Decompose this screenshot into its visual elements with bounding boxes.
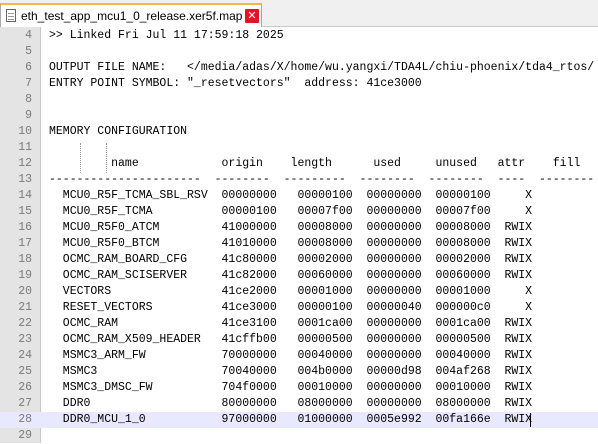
code-line[interactable]: 17 MCU0_R5F0_BTCM 41010000 00008000 0000… <box>0 236 598 252</box>
line-text: MEMORY CONFIGURATION <box>49 125 188 138</box>
code-line[interactable]: 19 OCMC_RAM_SCISERVER 41c82000 00060000 … <box>0 268 598 284</box>
line-text: name origin length used unused attr fill <box>49 157 581 170</box>
line-number: 12 <box>18 157 32 170</box>
line-number: 4 <box>25 29 32 42</box>
line-text: OCMC_RAM_X509_HEADER 41cffb00 00000500 0… <box>49 333 533 346</box>
line-number: 28 <box>18 413 32 426</box>
code-line[interactable]: 16 MCU0_R5F0_ATCM 41000000 00008000 0000… <box>0 220 598 236</box>
line-number: 25 <box>18 365 32 378</box>
file-tab[interactable]: eth_test_app_mcu1_0_release.xer5f.map ✕ <box>0 3 262 27</box>
line-text: OCMC_RAM 41ce3100 0001ca00 00000000 0001… <box>49 317 533 330</box>
code-line[interactable]: 5 <box>0 44 598 60</box>
line-text: OCMC_RAM_BOARD_CFG 41c80000 00002000 000… <box>49 253 533 266</box>
line-number: 26 <box>18 381 32 394</box>
line-number: 7 <box>25 77 32 90</box>
line-text: MCU0_R5F_TCMA 00000100 00007f00 00000000… <box>49 205 533 218</box>
line-text: MCU0_R5F_TCMA_SBL_RSV 00000000 00000100 … <box>49 189 533 202</box>
line-number: 17 <box>18 237 32 250</box>
line-text: ---------------------- -------- --------… <box>49 173 595 186</box>
line-number: 20 <box>18 285 32 298</box>
editor-text-area[interactable]: 4 >> Linked Fri Jul 11 17:59:18 2025 5 6 OUT… <box>0 27 598 443</box>
line-text: ENTRY POINT SYMBOL: "_resetvectors" addr… <box>49 77 422 90</box>
code-line[interactable]: 8 <box>0 92 598 108</box>
line-text: MSMC3_DMSC_FW 704f0000 00010000 00000000… <box>49 381 533 394</box>
line-text: DDR0_MCU_1_0 97000000 01000000 0005e992 … <box>49 413 533 426</box>
line-number: 15 <box>18 205 32 218</box>
code-line[interactable]: 6 OUTPUT FILE NAME: </media/adas/X/home/w… <box>0 60 598 76</box>
code-line[interactable]: 24 MSMC3_ARM_FW 70000000 00040000 000000… <box>0 348 598 364</box>
line-text: DDR0 80000000 08000000 00000000 08000000… <box>49 397 533 410</box>
line-number: 23 <box>18 333 32 346</box>
line-number: 13 <box>18 173 32 186</box>
line-text: RESET_VECTORS 41ce3000 00000100 00000040… <box>49 301 533 314</box>
code-line[interactable]: 13 ---------------------- -------- ------… <box>0 172 598 188</box>
code-line[interactable]: 4 >> Linked Fri Jul 11 17:59:18 2025 <box>0 28 598 44</box>
code-line[interactable]: 7 ENTRY POINT SYMBOL: "_resetvectors" add… <box>0 76 598 92</box>
line-text: MSMC3 70040000 004b0000 00000d98 004af26… <box>49 365 533 378</box>
line-number: 8 <box>25 93 32 106</box>
code-line[interactable]: 20 VECTORS 41ce2000 00001000 00000000 00… <box>0 284 598 300</box>
line-number: 5 <box>25 45 32 58</box>
code-line[interactable]: 11 <box>0 140 598 156</box>
code-line[interactable]: 26 MSMC3_DMSC_FW 704f0000 00010000 00000… <box>0 380 598 396</box>
code-line[interactable]: 22 OCMC_RAM 41ce3100 0001ca00 00000000 0… <box>0 316 598 332</box>
code-line[interactable]: 14 MCU0_R5F_TCMA_SBL_RSV 00000000 000001… <box>0 188 598 204</box>
line-text: MSMC3_ARM_FW 70000000 00040000 00000000 … <box>49 349 533 362</box>
code-line[interactable]: 21 RESET_VECTORS 41ce3000 00000100 00000… <box>0 300 598 316</box>
line-number: 10 <box>18 125 32 138</box>
document-icon <box>6 9 16 22</box>
line-text: MCU0_R5F0_ATCM 41000000 00008000 0000000… <box>49 221 533 234</box>
line-number: 14 <box>18 189 32 202</box>
line-number: 6 <box>25 61 32 74</box>
line-text: VECTORS 41ce2000 00001000 00000000 00001… <box>49 285 533 298</box>
line-text: MCU0_R5F0_BTCM 41010000 00008000 0000000… <box>49 237 533 250</box>
code-line[interactable]: 12 name origin length used unused attr f… <box>0 156 598 172</box>
code-line[interactable]: 27 DDR0 80000000 08000000 00000000 08000… <box>0 396 598 412</box>
code-line[interactable]: 9 <box>0 108 598 124</box>
line-number: 11 <box>18 141 32 154</box>
code-line[interactable]: 29 <box>0 428 598 444</box>
text-caret <box>530 413 531 427</box>
line-text: OUTPUT FILE NAME: </media/adas/X/home/wu… <box>49 61 595 74</box>
line-text: OCMC_RAM_SCISERVER 41c82000 00060000 000… <box>49 269 533 282</box>
close-icon[interactable]: ✕ <box>245 9 259 23</box>
line-number: 22 <box>18 317 32 330</box>
code-line[interactable]: 23 OCMC_RAM_X509_HEADER 41cffb00 0000050… <box>0 332 598 348</box>
code-line[interactable]: 18 OCMC_RAM_BOARD_CFG 41c80000 00002000 … <box>0 252 598 268</box>
tab-bar: eth_test_app_mcu1_0_release.xer5f.map ✕ <box>0 0 598 27</box>
line-number: 21 <box>18 301 32 314</box>
line-number: 16 <box>18 221 32 234</box>
line-number: 29 <box>18 429 32 442</box>
line-text: >> Linked Fri Jul 11 17:59:18 2025 <box>49 29 284 42</box>
line-number: 18 <box>18 253 32 266</box>
current-line[interactable]: 28 DDR0_MCU_1_0 97000000 01000000 0005e9… <box>0 412 598 428</box>
tab-filename: eth_test_app_mcu1_0_release.xer5f.map <box>21 9 243 23</box>
line-number: 9 <box>25 109 32 122</box>
line-number: 27 <box>18 397 32 410</box>
code-line[interactable]: 10 MEMORY CONFIGURATION <box>0 124 598 140</box>
line-number: 24 <box>18 349 32 362</box>
code-line[interactable]: 15 MCU0_R5F_TCMA 00000100 00007f00 00000… <box>0 204 598 220</box>
line-number: 19 <box>18 269 32 282</box>
code-line[interactable]: 25 MSMC3 70040000 004b0000 00000d98 004a… <box>0 364 598 380</box>
